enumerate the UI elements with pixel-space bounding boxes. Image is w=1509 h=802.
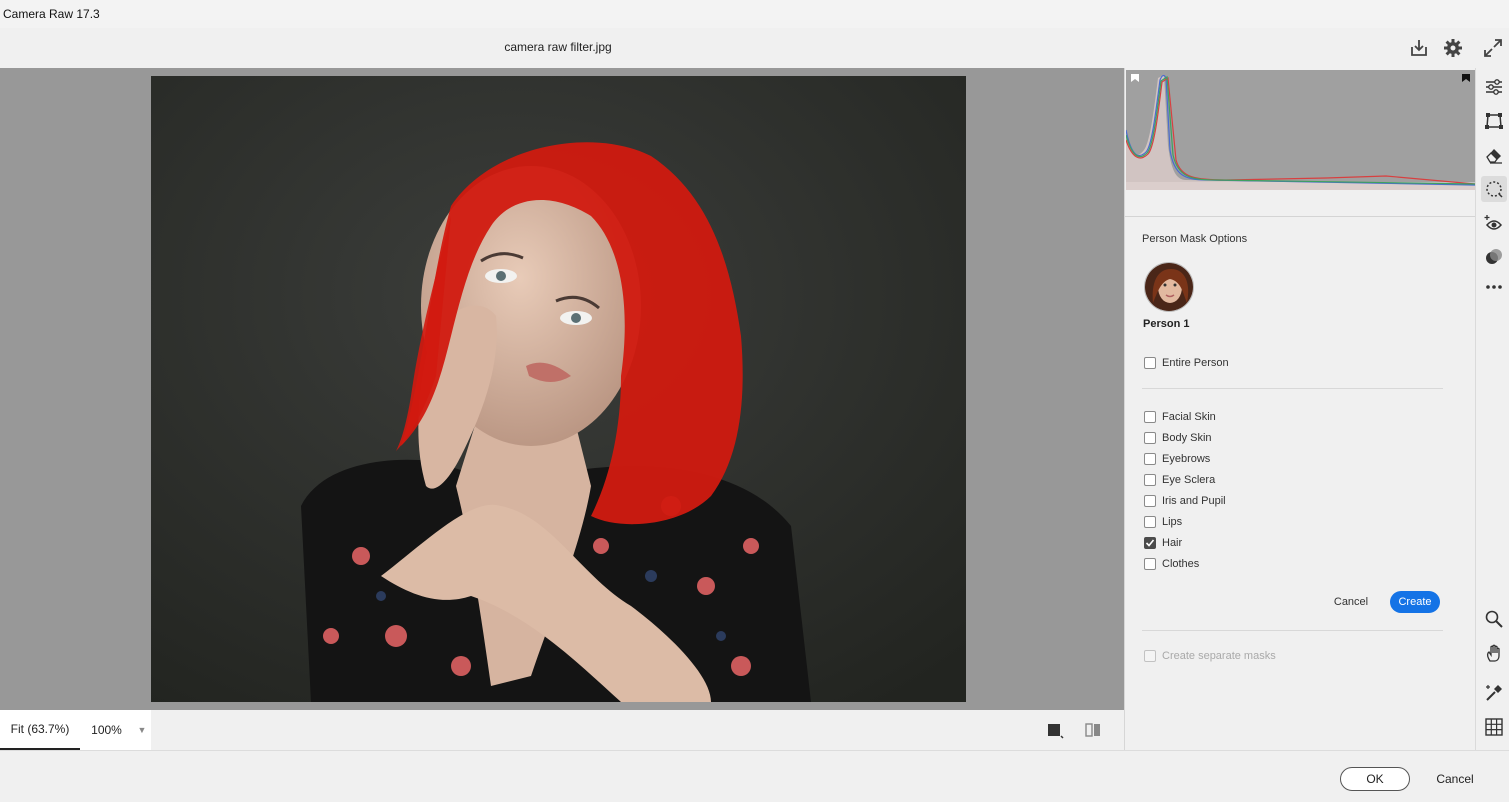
create-button[interactable]: Create [1390,591,1440,613]
cancel-dialog-button[interactable]: Cancel [1420,767,1490,791]
checkbox-box[interactable] [1144,474,1156,486]
mask-part-checkbox[interactable]: Clothes [1144,558,1199,570]
tool-rail [1475,68,1509,750]
before-after-icon[interactable] [1083,720,1103,740]
cancel-button[interactable]: Cancel [1325,592,1377,612]
entire-person-checkbox[interactable]: Entire Person [1144,357,1229,369]
ok-button[interactable]: OK [1340,767,1410,791]
image-canvas[interactable] [0,68,1124,710]
mask-part-checkbox[interactable]: Eyebrows [1144,453,1210,465]
fullscreen-icon[interactable] [1482,37,1504,59]
app-title: Camera Raw 17.3 [3,7,100,21]
checkbox-label: Create separate masks [1162,650,1276,662]
eraser-icon[interactable] [1481,142,1507,168]
zoom-icon[interactable] [1481,606,1507,632]
crop-icon[interactable] [1481,108,1507,134]
mask-part-checkbox[interactable]: Facial Skin [1144,411,1216,423]
divider [1142,388,1443,389]
checkbox-box[interactable] [1144,516,1156,528]
checkmark-icon [1145,539,1155,547]
title-bar: Camera Raw 17.3 [0,0,1509,28]
mask-options-panel: Person Mask Options Person 1 Entire Pers… [1124,68,1476,750]
checkbox-box[interactable] [1144,495,1156,507]
person-thumbnail[interactable] [1144,262,1194,312]
checkbox-label: Lips [1162,516,1183,528]
sampler-icon[interactable] [1481,680,1507,706]
checkbox-box[interactable] [1144,650,1156,662]
mask-part-checkbox[interactable]: Hair [1144,537,1182,549]
mask-part-checkbox[interactable]: Body Skin [1144,432,1212,444]
edit-sliders-icon[interactable] [1481,74,1507,100]
panel-title: Person Mask Options [1142,233,1248,245]
checkbox-box[interactable] [1144,357,1156,369]
red-eye-icon[interactable] [1481,210,1507,236]
divider [1125,216,1476,217]
zoom-fit-button[interactable]: Fit (63.7%) [0,710,80,750]
presets-icon[interactable] [1481,244,1507,270]
checkbox-box[interactable] [1144,453,1156,465]
checkbox-box[interactable] [1144,432,1156,444]
gear-icon[interactable] [1442,37,1464,59]
zoom-100-button[interactable]: 100% [80,710,133,750]
hand-icon[interactable] [1481,640,1507,666]
zoom-dropdown-icon[interactable]: ▼ [133,710,151,750]
mask-part-checkbox[interactable]: Lips [1144,516,1182,528]
file-name: camera raw filter.jpg [504,40,612,54]
view-mode-icon[interactable] [1045,720,1065,740]
checkbox-label: Body Skin [1162,432,1212,444]
checkbox-label: Facial Skin [1162,411,1216,423]
checkbox-label: Clothes [1162,558,1200,570]
mask-part-checkbox[interactable]: Iris and Pupil [1144,495,1226,507]
checkbox-label: Hair [1162,537,1183,549]
checkbox-label: Entire Person [1162,357,1229,369]
create-separate-masks-checkbox[interactable]: Create separate masks [1144,650,1276,662]
dialog-footer: OK Cancel [0,750,1509,802]
person-name: Person 1 [1143,318,1190,330]
checkbox-box[interactable] [1144,537,1156,549]
masking-icon[interactable] [1481,176,1507,202]
checkbox-label: Eye Sclera [1162,474,1216,486]
divider [1142,630,1443,631]
checkbox-label: Eyebrows [1162,453,1211,465]
grid-icon[interactable] [1481,714,1507,740]
checkbox-box[interactable] [1144,558,1156,570]
histogram [1126,70,1475,190]
more-icon[interactable] [1481,274,1507,300]
save-icon[interactable] [1408,37,1430,59]
mask-part-checkbox[interactable]: Eye Sclera [1144,474,1215,486]
checkbox-box[interactable] [1144,411,1156,423]
photo-preview[interactable] [151,76,966,702]
view-bar: Fit (63.7%) 100% ▼ [0,710,1124,750]
checkbox-label: Iris and Pupil [1162,495,1226,507]
top-toolbar: camera raw filter.jpg [0,28,1509,68]
